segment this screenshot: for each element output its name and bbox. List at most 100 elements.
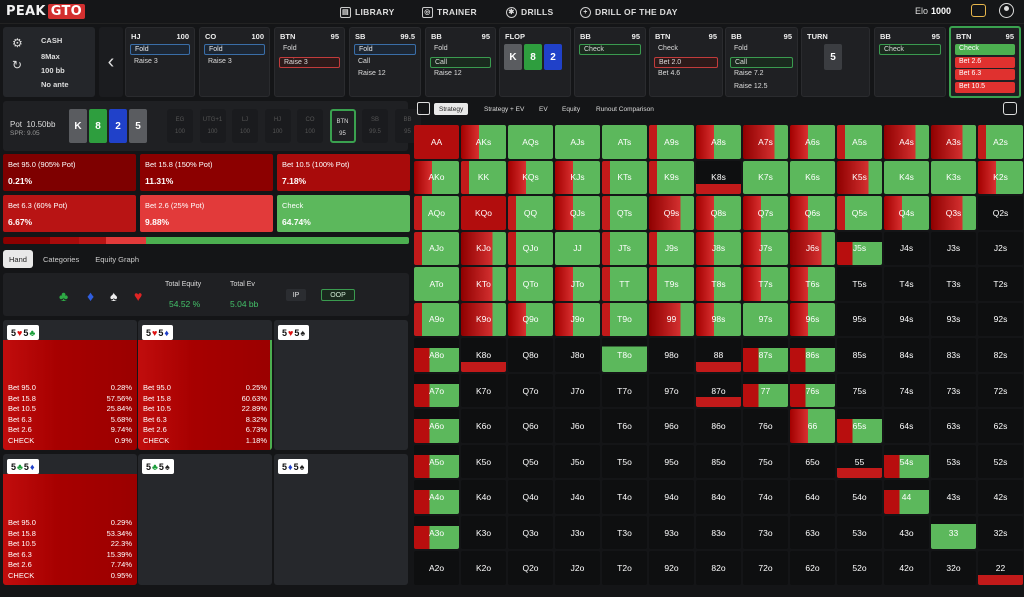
hand-cell[interactable]: QTs — [602, 196, 647, 230]
hand-cell[interactable]: T2o — [602, 551, 647, 585]
hand-cell[interactable]: A8o — [414, 338, 459, 372]
hand-cell[interactable]: 93o — [649, 515, 694, 550]
hand-cell[interactable]: T5s — [837, 267, 882, 301]
hand-cell[interactable]: T7o — [602, 373, 647, 408]
hand-cell[interactable]: Q9o — [508, 302, 553, 337]
action-option[interactable]: Check — [654, 44, 718, 55]
hand-cell[interactable]: J6o — [555, 409, 600, 443]
hand-cell[interactable]: 65o — [790, 444, 835, 479]
action-option[interactable]: Bet 6.3 — [955, 69, 1015, 80]
hand-cell[interactable]: A7s — [743, 125, 788, 159]
hand-cell[interactable]: 66 — [790, 409, 835, 443]
hand-cell[interactable]: J2s — [978, 231, 1023, 266]
combo-cell[interactable]: 5 ♥ 5 ♣ Bet 95.0 0.28% Bet 15.8 57.56% Bet 10.5 2… — [3, 320, 137, 450]
layout-icon[interactable] — [417, 102, 430, 115]
hand-cell[interactable]: AJo — [414, 231, 459, 266]
hand-cell[interactable]: J5s — [837, 231, 882, 266]
hand-cell[interactable]: 92o — [649, 551, 694, 585]
grid-tab-equity[interactable]: Equity — [557, 103, 585, 115]
hand-cell[interactable]: JJ — [555, 231, 600, 266]
hand-cell[interactable]: J7s — [743, 231, 788, 266]
nav-trainer[interactable]: ◎ TRAINER — [422, 5, 477, 19]
strategy-option[interactable]: Bet 6.3 (60% Pot) 6.67% — [3, 195, 136, 232]
hand-cell[interactable]: 83o — [696, 515, 741, 550]
hand-cell[interactable]: JTo — [555, 267, 600, 301]
combo-cell[interactable]: 5 ♣ 5 ♦ Bet 95.0 0.29% Bet 15.8 53.34% Bet 10.5 2… — [3, 454, 137, 585]
hand-cell[interactable]: KJs — [555, 160, 600, 195]
hand-cell[interactable]: 95o — [649, 444, 694, 479]
action-option[interactable]: Check — [955, 44, 1015, 55]
hand-cell[interactable]: AJs — [555, 125, 600, 159]
hand-cell[interactable]: Q8s — [696, 196, 741, 230]
hand-cell[interactable]: 44 — [884, 480, 929, 514]
nav-library[interactable]: ▤ LIBRARY — [340, 5, 395, 19]
hand-cell[interactable]: 85s — [837, 338, 882, 372]
seat-lj[interactable]: LJ 100 — [232, 109, 258, 143]
hand-cell[interactable]: 52s — [978, 444, 1023, 479]
hand-cell[interactable]: A9s — [649, 125, 694, 159]
hand-cell[interactable]: K9o — [461, 302, 506, 337]
hand-cell[interactable]: 96o — [649, 409, 694, 443]
hand-cell[interactable]: T3s — [931, 267, 976, 301]
hand-cell[interactable]: Q4s — [884, 196, 929, 230]
hand-cell[interactable]: 74o — [743, 480, 788, 514]
hand-cell[interactable]: J6s — [790, 231, 835, 266]
action-option[interactable]: Raise 7.2 — [730, 69, 793, 80]
hand-cell[interactable]: 62s — [978, 409, 1023, 443]
hand-cell[interactable]: 42o — [884, 551, 929, 585]
hand-cell[interactable]: T3o — [602, 515, 647, 550]
hand-cell[interactable]: K4s — [884, 160, 929, 195]
hand-cell[interactable]: A3s — [931, 125, 976, 159]
hand-cell[interactable]: 85o — [696, 444, 741, 479]
strategy-option[interactable]: Check 64.74% — [277, 195, 410, 232]
hand-cell[interactable]: AA — [414, 125, 459, 159]
gamepad-icon[interactable] — [1003, 102, 1017, 115]
hand-cell[interactable]: Q2s — [978, 196, 1023, 230]
hand-cell[interactable]: A3o — [414, 515, 459, 550]
hand-cell[interactable]: Q8o — [508, 338, 553, 372]
action-option[interactable]: Fold — [354, 44, 416, 55]
hand-cell[interactable]: T5o — [602, 444, 647, 479]
hand-cell[interactable]: K6s — [790, 160, 835, 195]
hand-cell[interactable]: 55 — [837, 444, 882, 479]
hand-cell[interactable]: 83s — [931, 338, 976, 372]
hand-cell[interactable]: 87o — [696, 373, 741, 408]
tab-categories[interactable]: Categories — [37, 250, 85, 268]
hand-cell[interactable]: QJs — [555, 196, 600, 230]
hand-cell[interactable]: T4o — [602, 480, 647, 514]
hand-cell[interactable]: 82o — [696, 551, 741, 585]
hand-cell[interactable]: K7o — [461, 373, 506, 408]
hand-cell[interactable]: 22 — [978, 551, 1023, 585]
hand-cell[interactable]: 62o — [790, 551, 835, 585]
hand-cell[interactable]: 97o — [649, 373, 694, 408]
action-option[interactable]: Raise 12 — [354, 69, 416, 80]
hand-cell[interactable]: A6o — [414, 409, 459, 443]
hand-cell[interactable]: ATs — [602, 125, 647, 159]
hand-cell[interactable]: 88 — [696, 338, 741, 372]
action-option[interactable]: Fold — [730, 44, 793, 55]
hand-cell[interactable]: K6o — [461, 409, 506, 443]
hand-cell[interactable]: AKs — [461, 125, 506, 159]
hand-cell[interactable]: A4o — [414, 480, 459, 514]
hand-cell[interactable]: 86o — [696, 409, 741, 443]
brand-logo[interactable]: PEAK GTO — [6, 3, 86, 19]
hand-cell[interactable]: Q7s — [743, 196, 788, 230]
hand-cell[interactable]: K4o — [461, 480, 506, 514]
hand-cell[interactable]: 53o — [837, 515, 882, 550]
hand-cell[interactable]: J5o — [555, 444, 600, 479]
hand-cell[interactable]: 75o — [743, 444, 788, 479]
action-option[interactable]: Call — [730, 56, 793, 68]
hand-cell[interactable]: 87s — [743, 338, 788, 372]
hand-cell[interactable]: 72o — [743, 551, 788, 585]
hand-cell[interactable]: KTo — [461, 267, 506, 301]
hand-cell[interactable]: 76s — [790, 373, 835, 408]
hand-cell[interactable]: QQ — [508, 196, 553, 230]
action-column-btn[interactable]: BTN 95 Check Bet 2.6 Bet 6.3 Bet 10.5 — [949, 26, 1021, 98]
strategy-option[interactable]: Bet 15.8 (150% Pot) 11.31% — [140, 154, 273, 191]
hand-cell[interactable]: 84s — [884, 338, 929, 372]
grid-tab-strategy[interactable]: Strategy — [434, 103, 469, 115]
action-column-sb[interactable]: SB 99.5 Fold Call Raise 12 — [349, 27, 421, 97]
hand-cell[interactable]: TT — [602, 267, 647, 301]
hand-cell[interactable]: T8o — [602, 338, 647, 372]
hand-cell[interactable]: T9o — [602, 302, 647, 337]
